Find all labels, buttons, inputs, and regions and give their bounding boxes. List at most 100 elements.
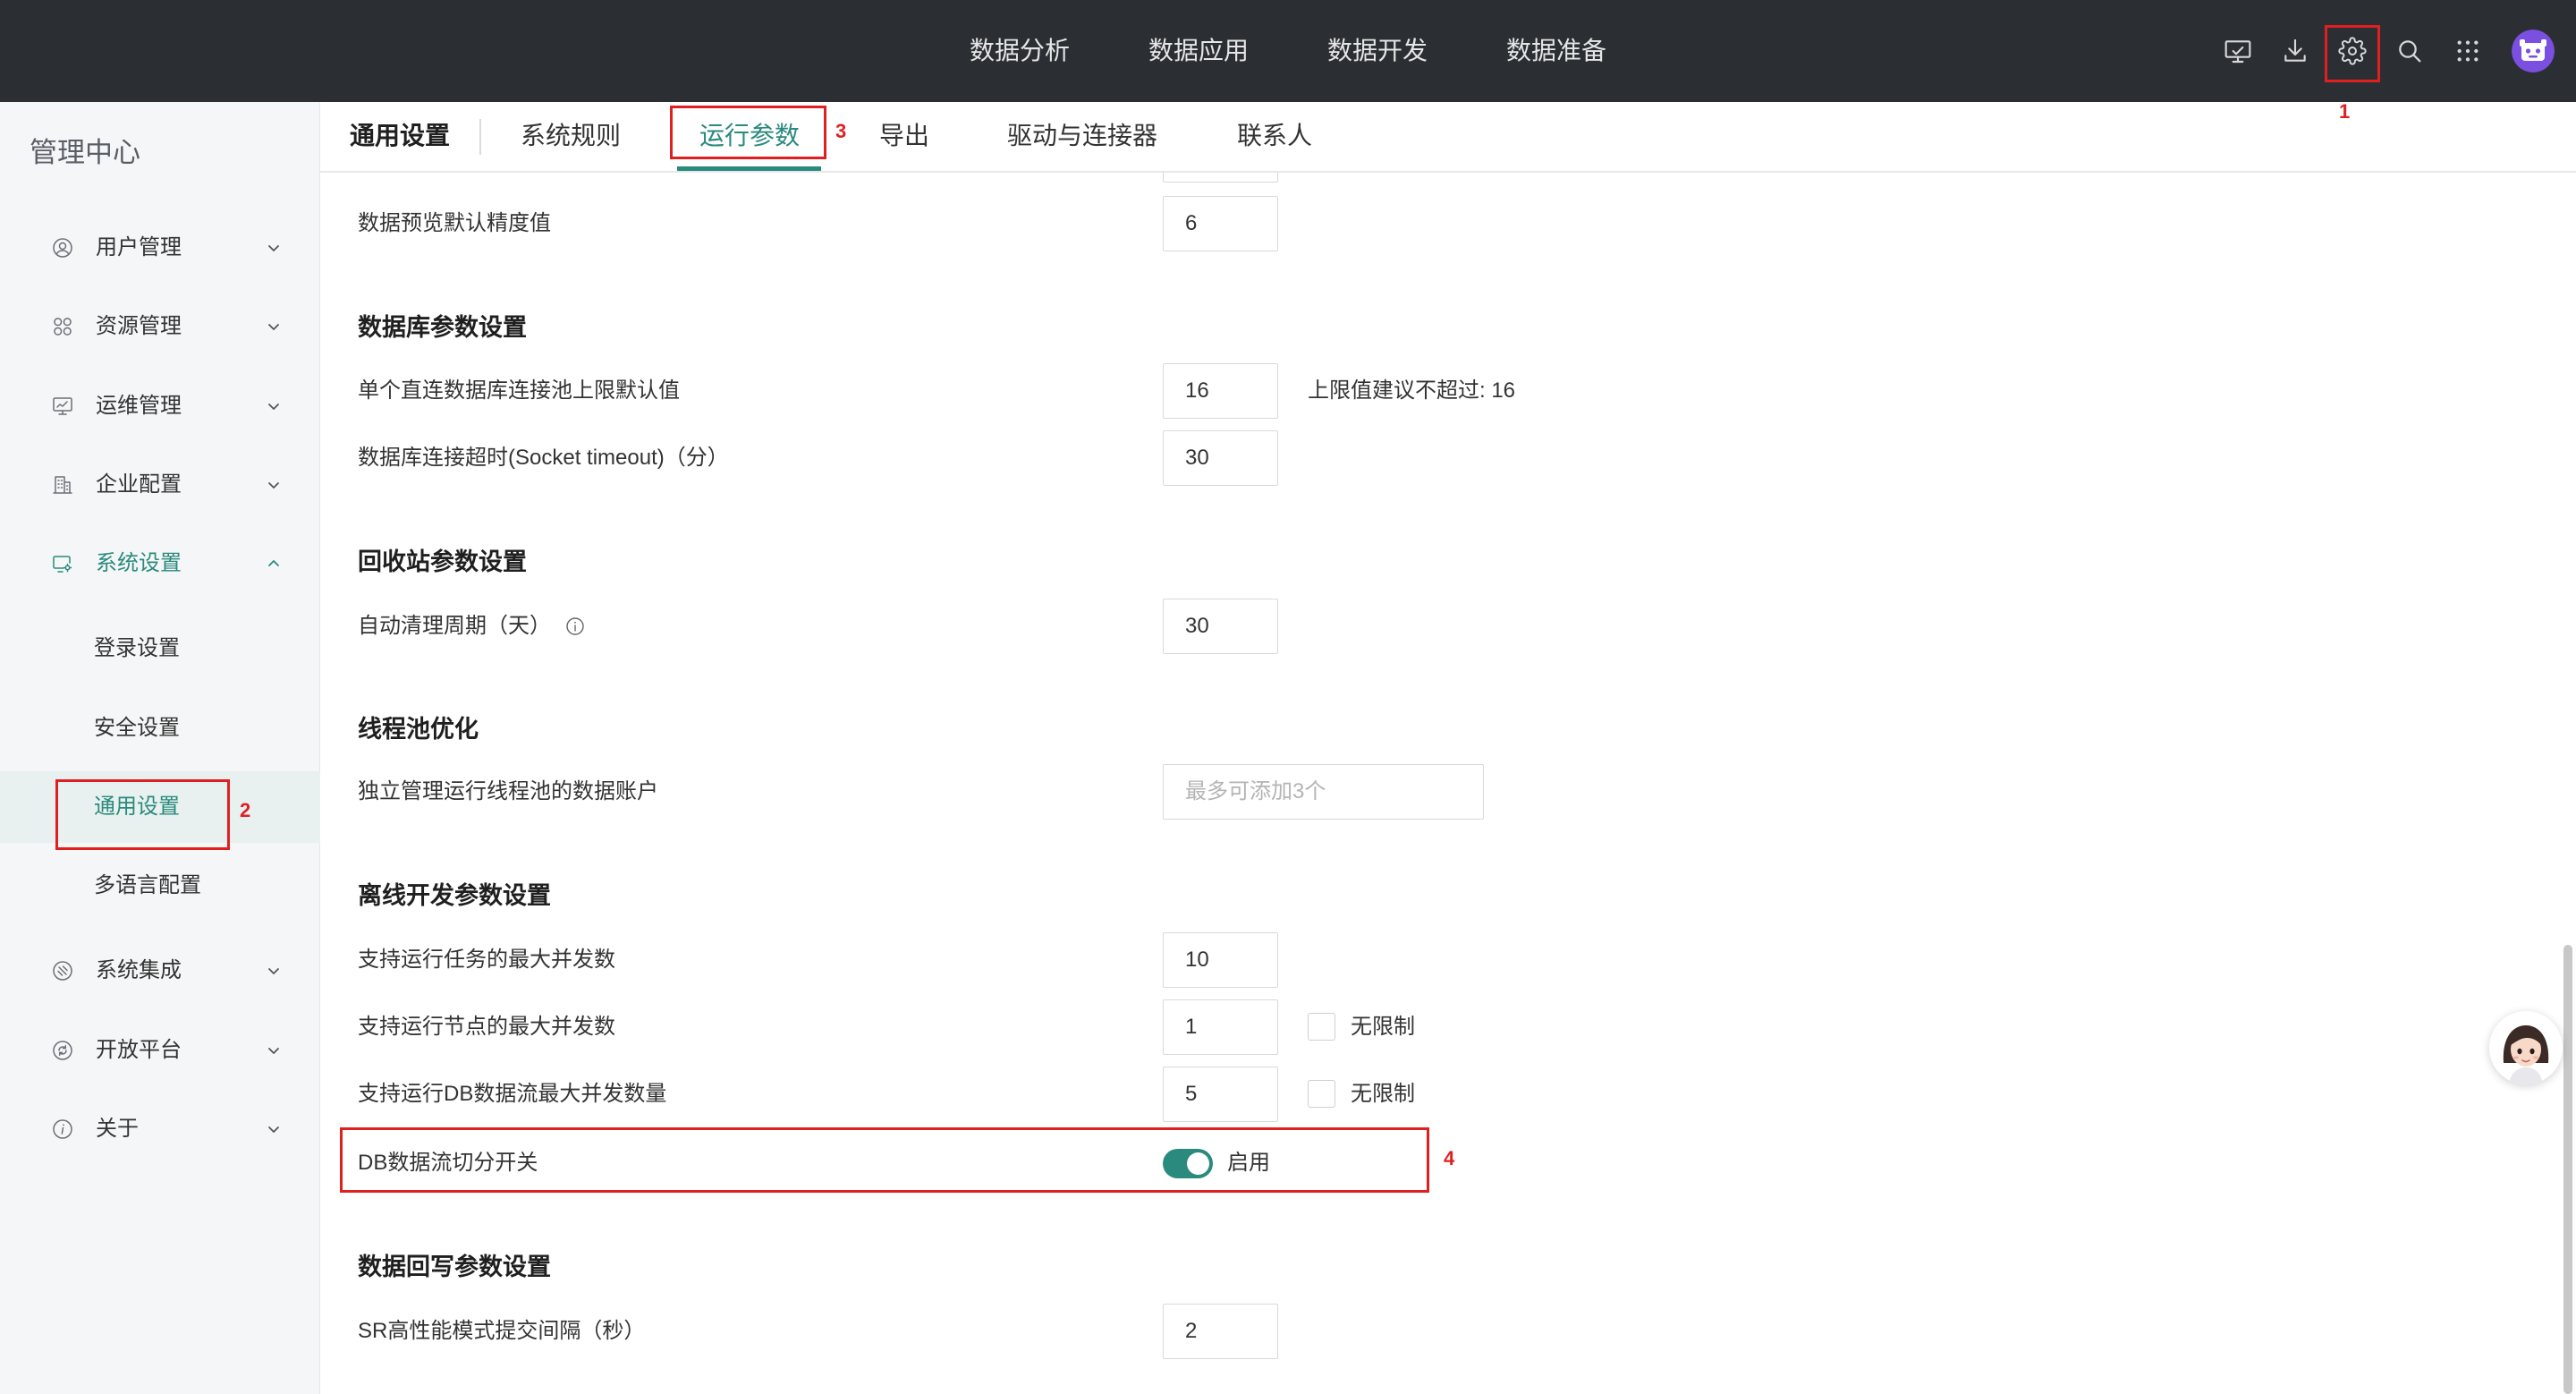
- tab-system-rules[interactable]: 系统规则: [521, 118, 621, 154]
- node-unlimited-checkbox[interactable]: [1308, 1013, 1335, 1041]
- info-icon: [52, 1118, 73, 1140]
- download-icon[interactable]: [2281, 37, 2309, 65]
- max-node-concurrency-label: 支持运行节点的最大并发数: [358, 1015, 615, 1039]
- sidebar-subitem-label: 登录设置: [94, 636, 180, 660]
- nav-data-development[interactable]: 数据开发: [1327, 33, 1428, 69]
- section-title-recycle-bin: 回收站参数设置: [358, 548, 527, 575]
- chevron-down-icon: [265, 1041, 283, 1059]
- vertical-scrollbar-thumb[interactable]: [2563, 945, 2572, 1394]
- section-title-thread-pool: 线程池优化: [358, 716, 479, 743]
- nav-data-analysis[interactable]: 数据分析: [970, 33, 1070, 69]
- pool-limit-label: 单个直连数据库连接池上限默认值: [358, 378, 680, 403]
- sidebar-subitem-label: 安全设置: [94, 716, 180, 740]
- sidebar-item-system-settings[interactable]: 系统设置: [0, 528, 320, 599]
- tab-export[interactable]: 导出: [879, 118, 929, 154]
- sidebar-subitem-language-config[interactable]: 多语言配置: [0, 850, 320, 922]
- toggle-knob: [1187, 1152, 1209, 1175]
- annotation-number-3: 3: [835, 120, 847, 142]
- gear-icon[interactable]: [2338, 37, 2367, 65]
- open-platform-icon: [52, 1040, 73, 1061]
- apps-grid-icon[interactable]: [2453, 37, 2482, 65]
- db-flow-unlimited-checkbox[interactable]: [1308, 1080, 1335, 1108]
- sidebar-item-user-management[interactable]: 用户管理: [0, 212, 320, 284]
- sidebar-item-label: 关于: [96, 1117, 139, 1141]
- settings-monitor-icon: [52, 553, 73, 574]
- sidebar-item-about[interactable]: 关于: [0, 1093, 320, 1165]
- sr-commit-interval-label: SR高性能模式提交间隔（秒）: [358, 1319, 646, 1343]
- screen-share-icon[interactable]: [2224, 37, 2252, 65]
- chevron-down-icon: [265, 962, 283, 980]
- sidebar-item-system-integration[interactable]: 系统集成: [0, 935, 320, 1007]
- section-title-database: 数据库参数设置: [358, 314, 527, 341]
- sidebar-subitem-general-settings[interactable]: 通用设置: [0, 771, 320, 843]
- socket-timeout-input[interactable]: [1163, 430, 1278, 486]
- sidebar-subitem-security-settings[interactable]: 安全设置: [0, 693, 320, 764]
- pool-limit-hint: 上限值建议不超过: 16: [1308, 378, 1516, 403]
- sidebar-item-label: 系统集成: [96, 958, 182, 982]
- db-flow-split-label: DB数据流切分开关: [358, 1151, 538, 1175]
- sidebar-item-label: 企业配置: [96, 472, 182, 497]
- auto-cleanup-input[interactable]: [1163, 599, 1278, 654]
- chevron-down-icon: [265, 239, 283, 257]
- tab-divider: [479, 119, 481, 155]
- chevron-down-icon: [265, 397, 283, 415]
- sidebar-item-enterprise-config[interactable]: 企业配置: [0, 449, 320, 521]
- sidebar-item-operations-management[interactable]: 运维管理: [0, 370, 320, 442]
- sidebar-subitem-login-settings[interactable]: 登录设置: [0, 613, 320, 684]
- info-circle-icon[interactable]: [565, 616, 585, 636]
- sidebar-subitem-label: 通用设置: [94, 795, 180, 819]
- section-title-data-writeback: 数据回写参数设置: [358, 1254, 551, 1280]
- monitor-chart-icon: [52, 395, 73, 417]
- max-node-concurrency-input[interactable]: [1163, 999, 1278, 1055]
- thread-pool-accounts-label: 独立管理运行线程池的数据账户: [358, 779, 658, 803]
- sidebar-item-label: 资源管理: [96, 314, 182, 338]
- nav-data-preparation[interactable]: 数据准备: [1506, 33, 1606, 69]
- pool-limit-input[interactable]: [1163, 363, 1278, 419]
- chevron-down-icon: [265, 318, 283, 336]
- sidebar-item-open-platform[interactable]: 开放平台: [0, 1015, 320, 1086]
- node-unlimited-label[interactable]: 无限制: [1351, 1009, 1415, 1045]
- tab-contacts[interactable]: 联系人: [1237, 118, 1312, 154]
- preview-precision-label: 数据预览默认精度值: [358, 211, 551, 235]
- top-bar: 数据分析 数据应用 数据开发 数据准备: [0, 0, 2576, 102]
- preview-precision-input[interactable]: [1163, 196, 1278, 251]
- nav-data-application[interactable]: 数据应用: [1148, 33, 1249, 69]
- thread-pool-accounts-input[interactable]: [1163, 764, 1484, 820]
- sidebar-item-label: 开放平台: [96, 1038, 182, 1062]
- assistant-avatar-icon[interactable]: [2489, 1011, 2563, 1084]
- sidebar-item-label: 用户管理: [96, 235, 182, 259]
- page-title: 通用设置: [350, 122, 451, 149]
- chevron-down-icon: [265, 1120, 283, 1138]
- tab-drivers-connectors[interactable]: 驱动与连接器: [1007, 118, 1157, 154]
- sidebar-title: 管理中心: [30, 137, 140, 168]
- tab-bar: 通用设置 系统规则 运行参数 导出 驱动与连接器 联系人: [320, 102, 2576, 173]
- integration-icon: [52, 960, 73, 982]
- max-db-flow-concurrency-input[interactable]: [1163, 1067, 1278, 1122]
- tab-runtime-parameters[interactable]: 运行参数: [699, 118, 800, 154]
- annotation-number-4: 4: [1444, 1147, 1455, 1169]
- db-flow-unlimited-label[interactable]: 无限制: [1351, 1076, 1415, 1112]
- resource-grid-icon: [52, 316, 73, 337]
- user-avatar[interactable]: [2512, 30, 2555, 72]
- sidebar-item-label: 运维管理: [96, 394, 182, 418]
- max-task-concurrency-label: 支持运行任务的最大并发数: [358, 948, 615, 972]
- user-circle-icon: [52, 237, 73, 259]
- db-flow-split-toggle[interactable]: [1163, 1149, 1213, 1178]
- active-tab-indicator: [677, 166, 821, 171]
- chevron-up-icon: [265, 555, 283, 573]
- chevron-down-icon: [265, 476, 283, 494]
- auto-cleanup-label: 自动清理周期（天）: [358, 614, 551, 638]
- max-task-concurrency-input[interactable]: [1163, 932, 1278, 988]
- section-title-offline-dev: 离线开发参数设置: [358, 882, 551, 909]
- db-flow-split-toggle-label: 启用: [1227, 1151, 1270, 1175]
- sr-commit-interval-input[interactable]: [1163, 1304, 1278, 1359]
- annotation-number-2: 2: [240, 799, 251, 821]
- sidebar-item-label: 系统设置: [96, 551, 182, 575]
- socket-timeout-label: 数据库连接超时(Socket timeout)（分）: [358, 446, 729, 470]
- building-icon: [52, 474, 73, 496]
- sidebar-item-resource-management[interactable]: 资源管理: [0, 291, 320, 362]
- search-icon[interactable]: [2395, 37, 2424, 65]
- max-db-flow-concurrency-label: 支持运行DB数据流最大并发数量: [358, 1082, 667, 1106]
- sidebar-subitem-label: 多语言配置: [94, 873, 201, 897]
- annotation-number-1: 1: [2339, 100, 2351, 123]
